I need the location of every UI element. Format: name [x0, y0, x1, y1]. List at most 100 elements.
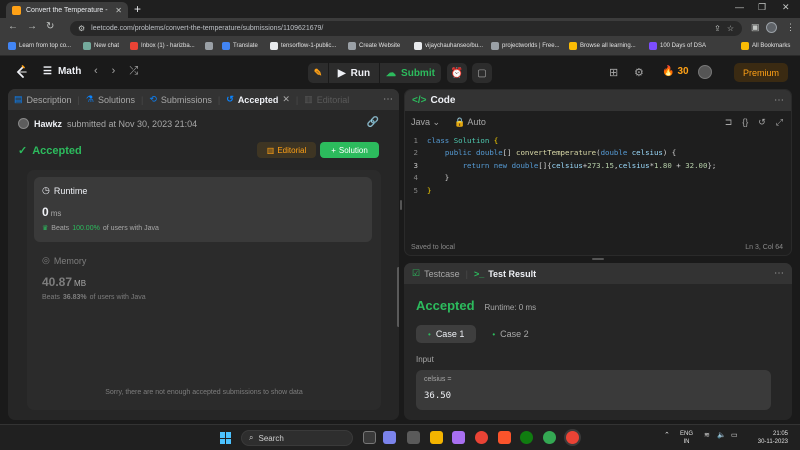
format-braces-icon[interactable]: {}: [742, 117, 748, 128]
bookmark-item[interactable]: projectworlds | Free...: [491, 42, 560, 50]
tab-accepted[interactable]: ↺ Accepted ✕: [226, 94, 290, 105]
xbox-app-icon[interactable]: [520, 431, 533, 444]
chrome-app-icon[interactable]: [475, 431, 488, 444]
plus-icon: +: [331, 145, 336, 155]
profile-avatar[interactable]: [766, 22, 777, 33]
code-line[interactable]: 1 class Solution {: [405, 134, 791, 147]
premium-button[interactable]: Premium: [734, 63, 788, 82]
auto-mode-toggle[interactable]: 🔒 Auto: [454, 117, 486, 128]
brave-app-icon[interactable]: [498, 431, 511, 444]
user-avatar[interactable]: [698, 65, 712, 79]
notes-button[interactable]: ▢: [472, 63, 492, 83]
task-view-icon[interactable]: [363, 431, 376, 444]
chrome-profile-app-icon[interactable]: [543, 431, 556, 444]
chrome-menu-icon[interactable]: ⋮: [786, 22, 795, 33]
tab-editorial[interactable]: ▥ Editorial: [304, 94, 349, 105]
reload-icon[interactable]: ↻: [46, 21, 54, 32]
taskbar-search[interactable]: ⌕ Search: [241, 430, 353, 446]
code-line[interactable]: 3 return new double[]{celsius+273.15,cel…: [405, 159, 791, 172]
minimize-icon[interactable]: —: [735, 2, 744, 12]
language-indicator[interactable]: ENG IN: [680, 430, 693, 446]
bookmark-item[interactable]: 100 Days of DSA: [649, 42, 706, 50]
terminal-app-icon[interactable]: [407, 431, 420, 444]
close-window-icon[interactable]: ✕: [782, 2, 790, 13]
teams-chat-icon[interactable]: [383, 431, 396, 444]
close-tab-icon[interactable]: ✕: [115, 6, 122, 15]
tab-testcase[interactable]: ☑ Testcase: [412, 268, 460, 279]
site-info-icon[interactable]: ⚙: [78, 24, 85, 33]
case-2-button[interactable]: • Case 2: [480, 325, 540, 343]
fullscreen-icon[interactable]: ⤢: [776, 117, 783, 128]
tray-overflow-icon[interactable]: ⌃: [664, 431, 670, 439]
prev-problem-icon[interactable]: ‹: [94, 65, 98, 78]
bookmark-item[interactable]: Translate: [222, 42, 258, 50]
panel-resize-handle[interactable]: [592, 258, 604, 260]
bookmark-item[interactable]: Create Website: [348, 42, 400, 50]
battery-icon[interactable]: ▭: [731, 431, 738, 439]
post-solution-button[interactable]: + Solution: [320, 142, 379, 158]
tab-submissions[interactable]: ⟲ Submissions: [149, 94, 212, 105]
case-1-button[interactable]: • Case 1: [416, 325, 477, 343]
bookmark-star-icon[interactable]: ☆: [727, 24, 734, 33]
bookmark-item[interactable]: Learn from top co...: [8, 42, 71, 50]
sidepanel-icon[interactable]: ▣: [751, 22, 760, 33]
photos-app-icon[interactable]: [452, 431, 465, 444]
shuffle-icon[interactable]: ⤮: [129, 65, 138, 78]
tab-test-result[interactable]: >_ Test Result: [474, 269, 536, 279]
submit-label: Submit: [401, 67, 435, 79]
editorial-button[interactable]: ▥ Editorial: [257, 142, 316, 158]
settings-gear-icon[interactable]: ⚙: [634, 66, 644, 79]
panel-resize-handle[interactable]: [400, 200, 402, 210]
windows-start-icon[interactable]: [220, 432, 232, 444]
code-line[interactable]: 4 }: [405, 172, 791, 185]
address-bar[interactable]: ⚙ leetcode.com/problems/convert-the-temp…: [70, 21, 742, 36]
left-scrollbar[interactable]: [397, 267, 399, 327]
timer-button[interactable]: ⏰: [447, 63, 467, 83]
maximize-icon[interactable]: ❐: [758, 2, 766, 13]
bookmark-item[interactable]: [205, 42, 213, 50]
volume-icon[interactable]: 🔈: [717, 431, 726, 439]
new-tab-button[interactable]: +: [134, 2, 141, 16]
link-icon[interactable]: 🔗: [367, 117, 379, 128]
layout-grid-icon[interactable]: ⊞: [609, 66, 618, 79]
share-icon[interactable]: ⇪: [714, 24, 721, 33]
pass-dot-icon: •: [492, 329, 496, 339]
bookmark-item[interactable]: vijaychauhanseo/bu...: [414, 42, 483, 50]
run-button[interactable]: ▶ Run: [329, 63, 379, 83]
problem-list-button[interactable]: ☰ Math: [43, 66, 81, 77]
leetcode-logo-icon[interactable]: [14, 65, 28, 79]
bookmark-item[interactable]: All Bookmarks: [741, 42, 790, 50]
next-problem-icon[interactable]: ›: [112, 65, 116, 78]
system-clock[interactable]: 21:05 30-11-2023: [748, 430, 788, 446]
bookmark-icon[interactable]: ⊐: [725, 117, 733, 128]
reset-icon[interactable]: ↺: [758, 117, 766, 128]
tab-description[interactable]: ▤ Description: [14, 94, 72, 105]
code-line[interactable]: 2 public double[] convertTemperature(dou…: [405, 147, 791, 160]
submitter-name[interactable]: Hawkz: [34, 119, 62, 129]
debug-button[interactable]: ✎: [308, 63, 328, 83]
chrome-active-app-icon[interactable]: [566, 431, 579, 444]
code-line[interactable]: 5}: [405, 184, 791, 197]
url-text[interactable]: leetcode.com/problems/convert-the-temper…: [91, 25, 708, 32]
back-icon[interactable]: ←: [8, 21, 18, 32]
bookmark-item[interactable]: Inbox (1) - harizba...: [130, 42, 195, 50]
streak-counter[interactable]: 🔥 30: [662, 66, 689, 77]
browser-tab[interactable]: Convert the Temperature - Leetc ✕: [6, 2, 128, 18]
wifi-icon[interactable]: ≋: [704, 431, 710, 439]
more-options-icon[interactable]: ⋯: [774, 95, 784, 106]
bookmark-item[interactable]: tensorflow-1-public...: [270, 42, 336, 50]
memory-card[interactable]: ◎ Memory 40.87 MB Beats 36.83% of users w…: [42, 255, 146, 301]
bookmark-item[interactable]: Browse all learning...: [569, 42, 636, 50]
submit-button[interactable]: ☁ Submit: [380, 63, 441, 83]
more-options-icon[interactable]: ⋯: [774, 268, 784, 279]
runtime-unit: ms: [50, 209, 62, 218]
more-options-icon[interactable]: ⋯: [383, 94, 393, 105]
file-explorer-icon[interactable]: [430, 431, 443, 444]
language-select[interactable]: Java ⌄: [411, 117, 440, 128]
close-tab-icon[interactable]: ✕: [282, 94, 290, 105]
tab-solutions[interactable]: ⚗ Solutions: [86, 94, 135, 105]
forward-icon[interactable]: →: [27, 21, 37, 32]
code-editor[interactable]: 1 class Solution { 2 public double[] conv…: [405, 134, 791, 197]
runtime-card[interactable]: ◷ Runtime 0 ms ♛ Beats 100.00% of users w…: [34, 177, 372, 242]
bookmark-item[interactable]: New chat: [83, 42, 119, 50]
